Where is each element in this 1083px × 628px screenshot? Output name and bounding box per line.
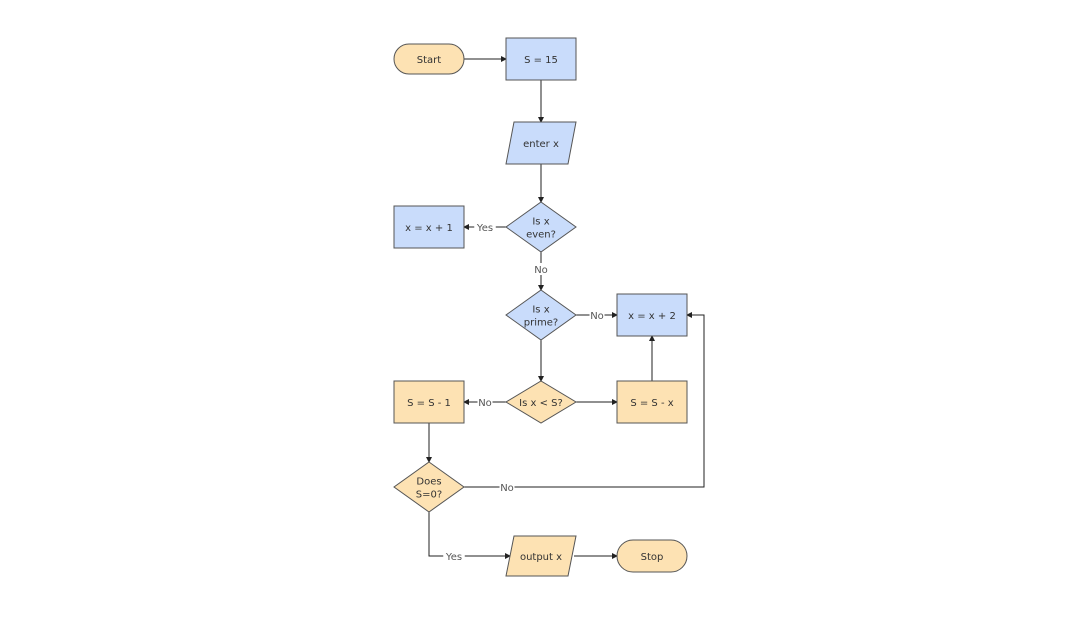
node-init-s[interactable]: S = 15 [505,37,577,81]
edge-label: No [590,311,604,322]
node-label: Stop [641,552,664,563]
edge-label: No [500,483,514,494]
node-label: S = 15 [524,55,558,66]
edge-is_even-to-x_plus_1: Yes [463,221,506,234]
node-start[interactable]: Start [393,43,465,75]
edge-is_prime-to-x_plus_2: No [576,309,618,322]
node-output-x[interactable]: output x [505,535,577,577]
node-label: enter x [523,139,559,150]
node-is-prime[interactable]: Is x prime? [505,289,577,341]
node-is-even[interactable]: Is x even? [505,201,577,253]
node-label: Is x [532,305,549,316]
node-enter-x[interactable]: enter x [505,121,577,165]
node-label: x = x + 2 [628,311,676,322]
node-x-lt-s[interactable]: Is x < S? [505,380,577,424]
node-label: Is x [532,217,549,228]
flowchart-canvas: Yes No No No No Yes Start S = 15 enter x Is x eve… [393,37,705,577]
node-s-minus-1[interactable]: S = S - 1 [393,380,465,424]
edge-label: Yes [476,223,493,234]
edge-x_lt_s-to-s_minus_1: No [463,396,506,409]
edge-label: No [534,265,548,276]
node-label: Is x < S? [519,398,563,409]
edge-is_even-to-is_prime: No [533,252,549,291]
edge-s_zero-to-output_x: Yes [428,512,511,563]
node-x-plus-1[interactable]: x = x + 1 [393,205,465,249]
node-label: output x [520,552,562,563]
edge-label: No [478,398,492,409]
node-label: even? [526,230,556,241]
edge-label: Yes [445,552,462,563]
node-label: S=0? [416,490,442,501]
node-label: prime? [524,318,558,329]
connector-arrow [428,512,511,559]
node-label: Start [417,55,442,66]
node-label: S = S - 1 [407,398,451,409]
node-x-plus-2[interactable]: x = x + 2 [616,293,688,337]
node-label: Does [416,477,441,488]
node-s-minus-x[interactable]: S = S - x [616,380,688,424]
node-s-zero[interactable]: Does S=0? [393,461,465,513]
node-label: S = S - x [630,398,673,409]
node-label: x = x + 1 [405,223,453,234]
node-stop[interactable]: Stop [616,539,688,573]
